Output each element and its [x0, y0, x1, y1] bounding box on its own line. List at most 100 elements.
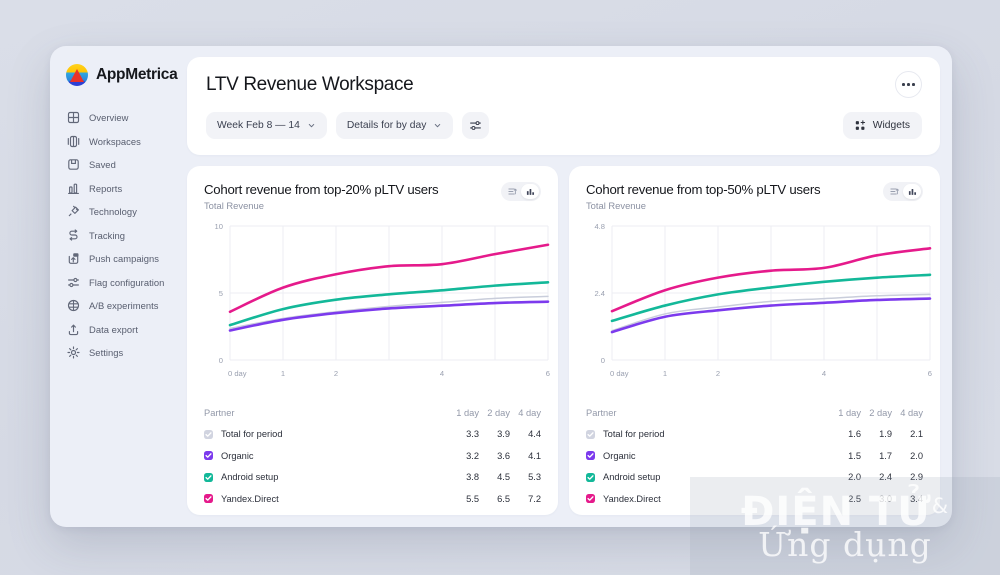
legend-row-label: Total for period — [603, 429, 665, 440]
period-selector[interactable]: Week Feb 8 — 14 — [206, 112, 327, 139]
more-horizontal-icon — [911, 83, 915, 86]
chart-card: Cohort revenue from top-50% pLTV users To… — [569, 166, 940, 515]
svg-text:0 day: 0 day — [228, 369, 247, 378]
bar-chart-view-icon[interactable] — [521, 184, 539, 199]
sidebar-item-reports[interactable]: Reports — [50, 177, 187, 201]
sidebar-item-label: Push campaigns — [89, 253, 160, 265]
card-title: Cohort revenue from top-20% pLTV users — [204, 182, 439, 197]
legend-value-header: 2 day — [487, 407, 510, 418]
svg-text:0 day: 0 day — [610, 369, 629, 378]
legend-cell: 2.9 — [910, 472, 923, 483]
widgets-button[interactable]: Widgets — [842, 112, 922, 139]
legend-row-label: Yandex.Direct — [603, 493, 661, 504]
grid-icon — [67, 111, 80, 124]
svg-text:0: 0 — [601, 356, 605, 365]
legend-table: Partner 1 day 2 day 4 day Total for period 1.… — [586, 402, 923, 510]
sidebar-item-data-export[interactable]: Data export — [50, 318, 187, 342]
widgets-button-label: Widgets — [872, 120, 910, 131]
sidebar-item-flag-configuration[interactable]: Flag configuration — [50, 271, 187, 295]
legend-checkbox[interactable] — [586, 494, 595, 504]
legend-row[interactable]: Organic 1.5 1.7 2.0 — [586, 445, 923, 467]
legend-row[interactable]: Organic 3.2 3.6 4.1 — [204, 445, 541, 467]
legend-cell: 3.6 — [497, 450, 510, 461]
legend-checkbox[interactable] — [204, 494, 213, 504]
legend-row[interactable]: Yandex.Direct 2.5 3.0 3.4 — [586, 488, 923, 510]
filter-settings-button[interactable] — [462, 112, 490, 139]
gear-icon — [67, 346, 80, 359]
toolbar: Week Feb 8 — 14 Details for by day — [206, 112, 922, 139]
legend-cell: 2.1 — [910, 429, 923, 440]
details-selector-label: Details for by day — [346, 120, 427, 131]
sidebar-item-label: Saved — [89, 159, 116, 171]
legend-row[interactable]: Total for period 1.6 1.9 2.1 — [586, 424, 923, 446]
sidebar-item-technology[interactable]: Technology — [50, 200, 187, 224]
legend-checkbox[interactable] — [204, 472, 213, 482]
sliders-icon — [470, 121, 482, 130]
sidebar-item-label: Workspaces — [89, 135, 141, 147]
sidebar-item-label: Reports — [89, 182, 123, 194]
legend-row[interactable]: Total for period 3.3 3.9 4.4 — [204, 424, 541, 446]
legend-checkbox[interactable] — [586, 429, 595, 439]
sidebar-nav: Overview Workspaces Saved Reports Technology… — [50, 106, 187, 365]
sidebar-item-overview[interactable]: Overview — [50, 106, 187, 130]
list-view-icon[interactable] — [503, 184, 521, 199]
chart-plot: 0 5 10 0 day 1 2 4 6 — [204, 220, 550, 393]
period-selector-label: Week Feb 8 — 14 — [217, 120, 300, 131]
legend-cell: 4.4 — [528, 429, 541, 440]
bar-chart-view-icon[interactable] — [903, 184, 921, 199]
sidebar-item-tracking[interactable]: Tracking — [50, 224, 187, 248]
list-view-icon[interactable] — [885, 184, 903, 199]
view-toggle[interactable] — [501, 182, 541, 201]
legend-cell: 3.0 — [879, 493, 892, 504]
legend-cell: 7.2 — [528, 493, 541, 504]
legend-value-header: 4 day — [900, 407, 923, 418]
sidebar-item-workspaces[interactable]: Workspaces — [50, 130, 187, 154]
legend-checkbox[interactable] — [586, 472, 595, 482]
svg-text:6: 6 — [546, 369, 550, 378]
sidebar-item-saved[interactable]: Saved — [50, 153, 187, 177]
legend-cell: 1.6 — [848, 429, 861, 440]
legend-row[interactable]: Android setup 3.8 4.5 5.3 — [204, 467, 541, 489]
legend-checkbox[interactable] — [204, 429, 213, 439]
widgets-grid-icon — [855, 120, 865, 130]
more-options-button[interactable] — [895, 71, 922, 98]
card-title-group: Cohort revenue from top-50% pLTV users To… — [586, 182, 821, 211]
sidebar: AppMetrica Overview Workspaces Saved Report… — [50, 46, 187, 527]
view-toggle[interactable] — [883, 182, 923, 201]
appmetrica-logo-icon — [66, 64, 88, 86]
legend-cell: 1.9 — [879, 429, 892, 440]
details-selector[interactable]: Details for by day — [335, 112, 454, 139]
svg-text:2: 2 — [716, 369, 720, 378]
sidebar-item-a-b-experiments[interactable]: A/B experiments — [50, 294, 187, 318]
more-horizontal-icon — [902, 83, 906, 86]
page-title: LTV Revenue Workspace — [206, 74, 414, 95]
legend-row[interactable]: Android setup 2.0 2.4 2.9 — [586, 467, 923, 489]
legend-checkbox[interactable] — [586, 451, 595, 461]
legend-value-header: 4 day — [518, 407, 541, 418]
svg-text:1: 1 — [281, 369, 285, 378]
legend-value-header: 1 day — [838, 407, 861, 418]
chart-card: Cohort revenue from top-20% pLTV users To… — [187, 166, 558, 515]
legend-checkbox[interactable] — [204, 451, 213, 461]
legend-row[interactable]: Yandex.Direct 5.5 6.5 7.2 — [204, 488, 541, 510]
legend-cell: 2.0 — [848, 472, 861, 483]
sidebar-item-label: Technology — [89, 206, 137, 218]
brand-name: AppMetrica — [96, 66, 178, 83]
svg-text:4: 4 — [822, 369, 826, 378]
sidebar-item-push-campaigns[interactable]: Push campaigns — [50, 247, 187, 271]
card-title-group: Cohort revenue from top-20% pLTV users To… — [204, 182, 439, 211]
svg-text:1: 1 — [663, 369, 667, 378]
line-chart: 0 5 10 0 day 1 2 4 6 — [215, 222, 550, 378]
card-title: Cohort revenue from top-50% pLTV users — [586, 182, 821, 197]
sidebar-item-settings[interactable]: Settings — [50, 341, 187, 365]
legend-cell: 3.8 — [466, 472, 479, 483]
chevron-down-icon — [308, 123, 315, 128]
header-actions: Widgets — [842, 71, 922, 139]
svg-text:4: 4 — [440, 369, 444, 378]
legend-value-header: 2 day — [869, 407, 892, 418]
chevron-down-icon — [435, 123, 441, 128]
sidebar-item-label: Overview — [89, 112, 129, 124]
line-chart: 0 2.4 4.8 0 day 1 2 4 6 — [594, 222, 932, 378]
sidebar-item-label: Data export — [89, 323, 139, 335]
sidebar-item-label: Tracking — [89, 229, 125, 241]
